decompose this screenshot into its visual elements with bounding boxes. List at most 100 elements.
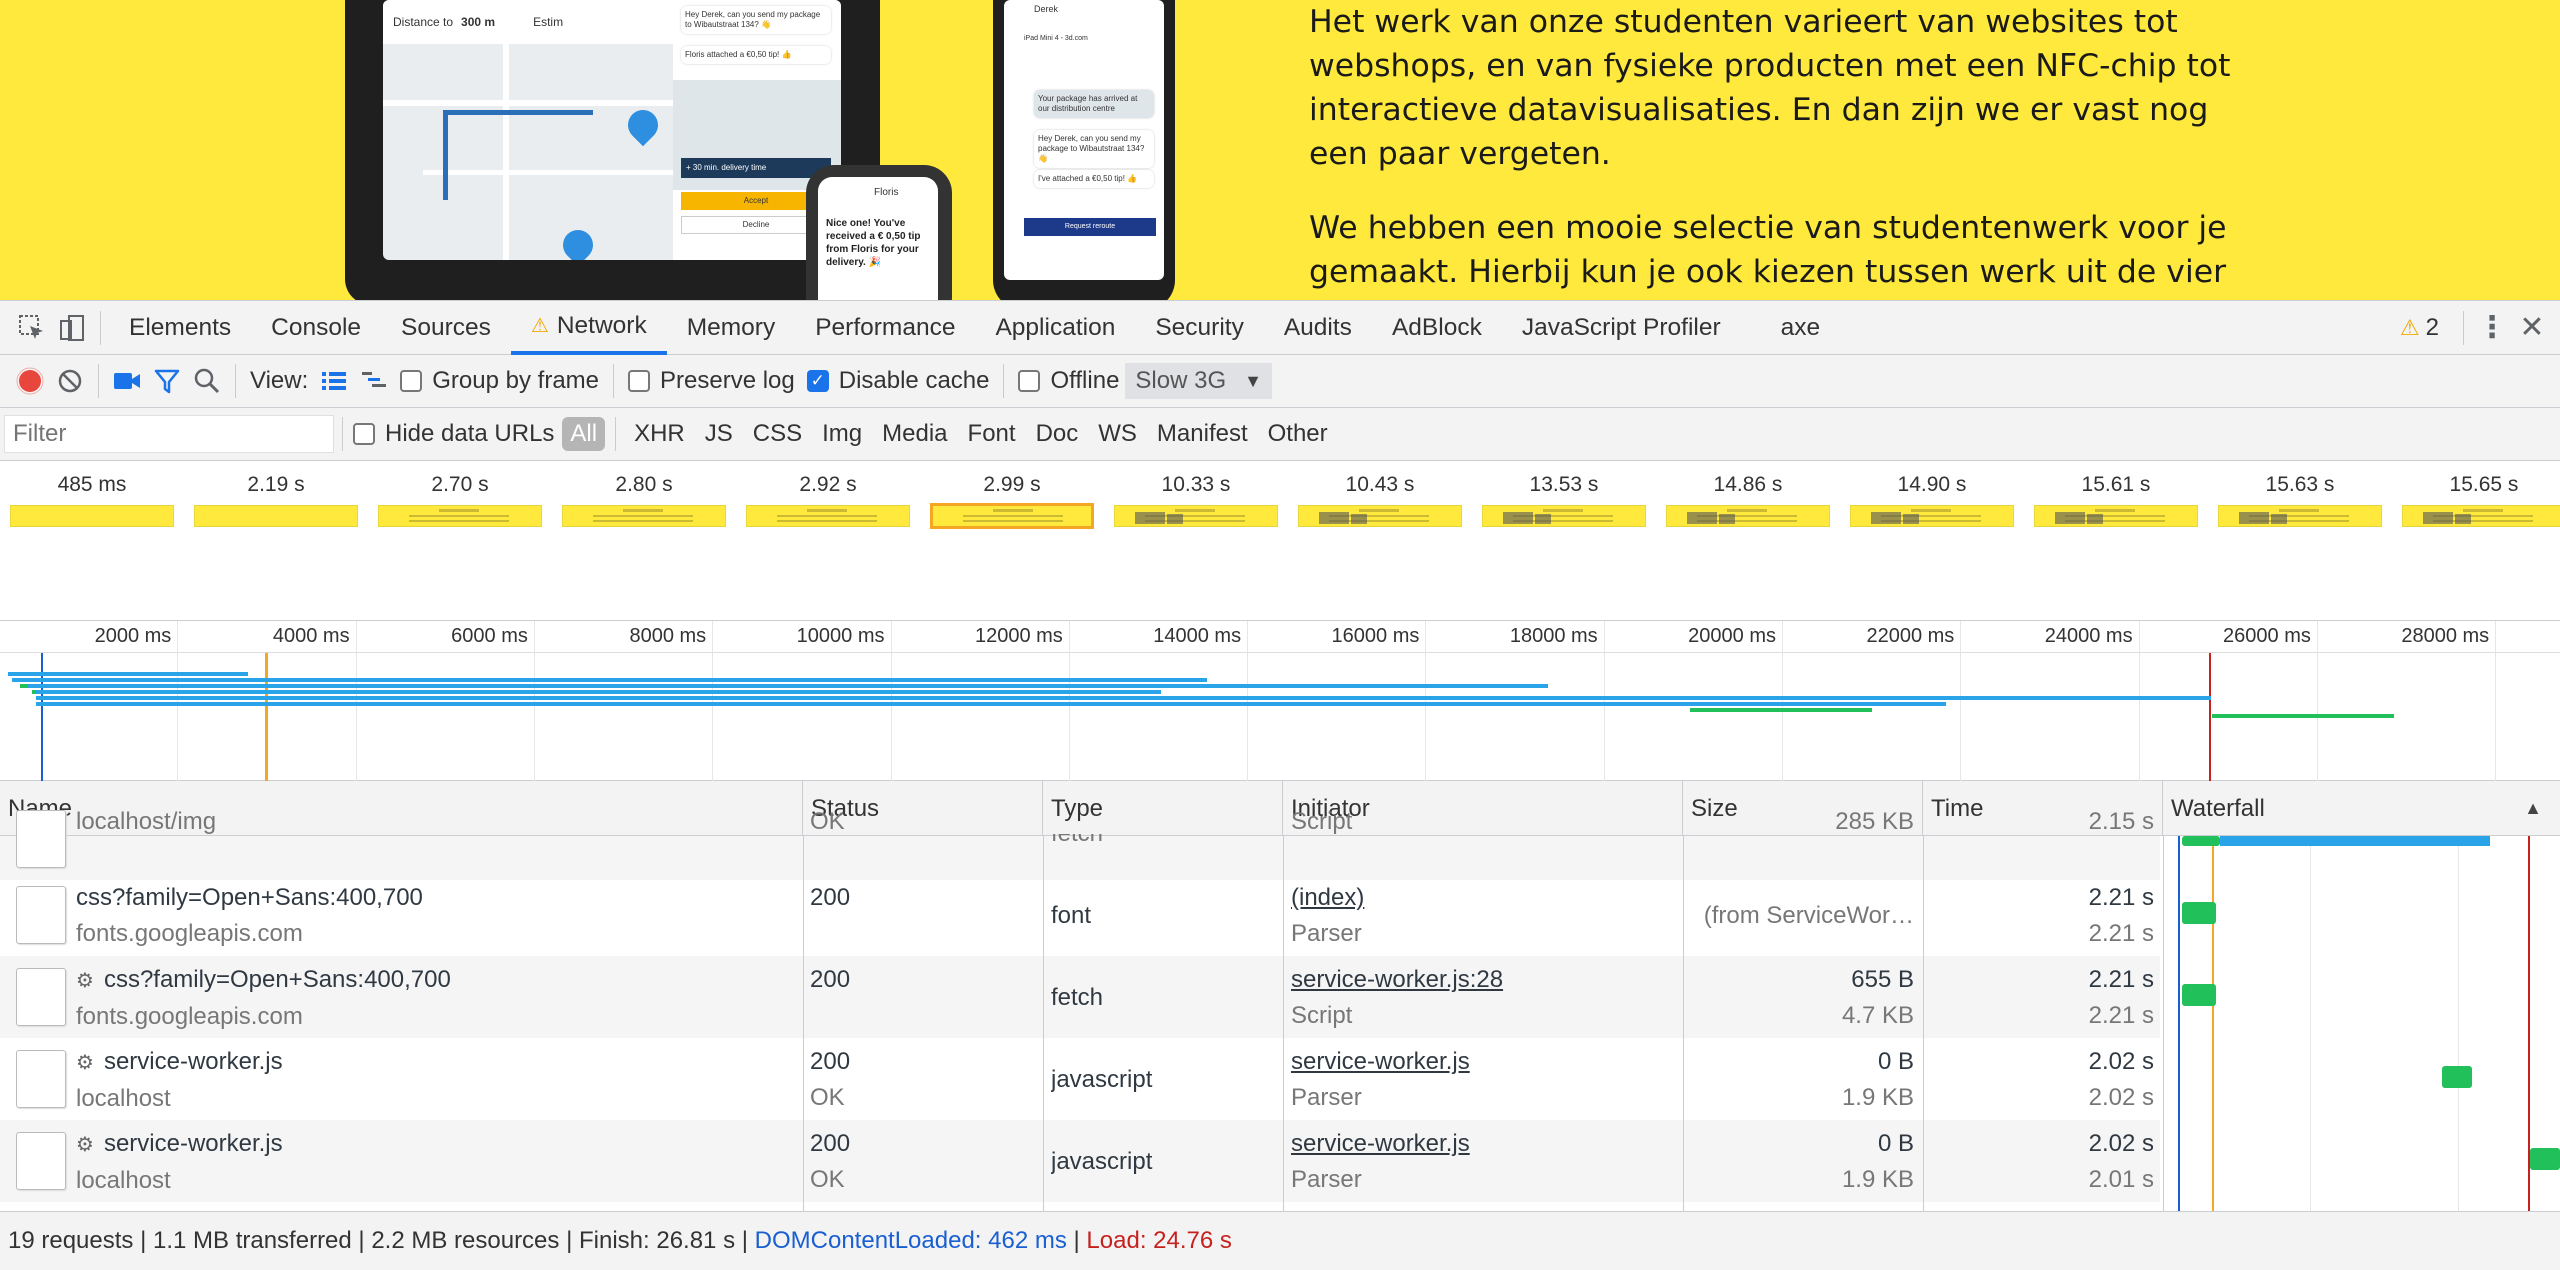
filter-type-xhr[interactable]: XHR bbox=[626, 417, 693, 451]
offline-label: Offline bbox=[1050, 367, 1120, 394]
screenshot-camera-icon[interactable] bbox=[107, 361, 147, 401]
frame-time: 13.53 s bbox=[1529, 473, 1599, 496]
offline-checkbox[interactable]: Offline bbox=[1018, 367, 1119, 395]
group-by-frame-checkbox[interactable]: Group by frame bbox=[400, 367, 599, 395]
request-latency: 2.21 s bbox=[2088, 920, 2154, 947]
tab-network[interactable]: ⚠ Network bbox=[510, 300, 667, 355]
tab-memory[interactable]: Memory bbox=[667, 300, 795, 355]
frame-thumbnail bbox=[1850, 505, 2014, 527]
tab-label: Performance bbox=[815, 313, 956, 341]
network-toolbar: View: Group by frame Preserve log ✓ Disa… bbox=[0, 355, 2560, 408]
table-row[interactable]: ⚙ css?family=Open+Sans:400,700 fonts.googl… bbox=[0, 956, 2160, 1038]
record-icon[interactable] bbox=[10, 361, 50, 401]
network-overview[interactable]: 2000 ms 4000 ms 6000 ms 8000 ms 10000 ms 1200… bbox=[0, 621, 2560, 781]
request-initiator-type: Parser bbox=[1291, 1084, 1362, 1111]
column-type[interactable]: Type bbox=[1043, 781, 1283, 836]
tab-sources[interactable]: Sources bbox=[381, 300, 511, 355]
tab-javascript-profiler[interactable]: JavaScript Profiler bbox=[1502, 300, 1741, 355]
filter-type-other[interactable]: Other bbox=[1260, 417, 1336, 451]
filmstrip-frame[interactable]: 15.65 s bbox=[2392, 461, 2560, 541]
tab-performance[interactable]: Performance bbox=[795, 300, 975, 355]
filter-type-manifest[interactable]: Manifest bbox=[1149, 417, 1256, 451]
waterfall-overview-icon[interactable] bbox=[354, 361, 394, 401]
large-rows-icon[interactable] bbox=[314, 361, 354, 401]
service-worker-gear-icon: ⚙ bbox=[76, 970, 94, 992]
checkbox-icon bbox=[400, 370, 423, 392]
filmstrip-frame[interactable]: 15.61 s bbox=[2024, 461, 2208, 541]
tab-security[interactable]: Security bbox=[1135, 300, 1264, 355]
waterfall-bar bbox=[2530, 1148, 2560, 1170]
search-icon[interactable] bbox=[187, 361, 227, 401]
waterfall-area bbox=[2164, 836, 2560, 1211]
dropdown-arrow-icon: ▼ bbox=[1244, 370, 1262, 391]
filmstrip-frame[interactable]: 10.33 s bbox=[1104, 461, 1288, 541]
request-initiator[interactable]: service-worker.js bbox=[1291, 1126, 1671, 1162]
filmstrip-frame[interactable]: 2.70 s bbox=[368, 461, 552, 541]
filmstrip-frame[interactable]: 10.43 s bbox=[1288, 461, 1472, 541]
filter-type-js[interactable]: JS bbox=[697, 417, 741, 451]
map-pin-icon bbox=[556, 223, 600, 260]
request-initiator[interactable]: service-worker.js:28 bbox=[1291, 962, 1671, 998]
throttling-select[interactable]: Slow 3G ▼ bbox=[1125, 363, 1272, 399]
filter-input[interactable] bbox=[4, 415, 334, 453]
close-icon[interactable]: ✕ bbox=[2512, 308, 2552, 348]
tab-label: Security bbox=[1155, 313, 1244, 341]
filter-type-css[interactable]: CSS bbox=[745, 417, 810, 451]
phone-chat-3: I've attached a €0,50 tip! 👍 bbox=[1034, 170, 1154, 188]
request-initiator[interactable]: service-worker.js bbox=[1291, 1044, 1671, 1080]
request-time: 2.21 s bbox=[2088, 966, 2154, 993]
filmstrip-frame[interactable]: 2.19 s bbox=[184, 461, 368, 541]
request-initiator[interactable]: (index) bbox=[1291, 880, 1671, 916]
request-latency: 2.02 s bbox=[2088, 1084, 2154, 1111]
filter-funnel-icon[interactable] bbox=[147, 361, 187, 401]
filter-type-img[interactable]: Img bbox=[814, 417, 870, 451]
column-waterfall[interactable]: Waterfall ▲ bbox=[2163, 781, 2560, 836]
frame-time: 15.61 s bbox=[2081, 473, 2151, 496]
filmstrip-frame[interactable]: 2.92 s bbox=[736, 461, 920, 541]
filmstrip-frame[interactable]: 14.86 s bbox=[1656, 461, 1840, 541]
filter-type-ws[interactable]: WS bbox=[1090, 417, 1145, 451]
clear-icon[interactable] bbox=[50, 361, 90, 401]
summary-resources: 2.2 MB resources bbox=[371, 1227, 560, 1254]
disable-cache-checkbox[interactable]: ✓ Disable cache bbox=[806, 367, 989, 395]
table-row[interactable]: ⚙ service-worker.js localhost 200 OK javascri… bbox=[0, 1038, 2160, 1120]
filter-type-all[interactable]: All bbox=[562, 417, 606, 451]
divider bbox=[98, 364, 99, 398]
warnings-indicator[interactable]: ⚠ 2 bbox=[2400, 314, 2439, 342]
page-preview: Distance to 300 m Estim Hey Derek, can y… bbox=[0, 0, 2560, 300]
tab-audits[interactable]: Audits bbox=[1264, 300, 1372, 355]
hide-data-urls-checkbox[interactable]: Hide data URLs bbox=[353, 420, 554, 448]
service-worker-gear-icon: ⚙ bbox=[76, 1134, 94, 1156]
inspect-element-icon[interactable] bbox=[12, 308, 52, 348]
filmstrip-frame[interactable]: 13.53 s bbox=[1472, 461, 1656, 541]
filmstrip-frame[interactable]: 2.80 s bbox=[552, 461, 736, 541]
view-label: View: bbox=[250, 367, 309, 394]
file-icon bbox=[16, 968, 66, 1026]
filmstrip-frame[interactable]: 485 ms bbox=[0, 461, 184, 541]
filter-type-doc[interactable]: Doc bbox=[1028, 417, 1087, 451]
filmstrip-frame[interactable]: 15.63 s bbox=[2208, 461, 2392, 541]
tab-label: AdBlock bbox=[1391, 313, 1482, 341]
filmstrip-frame[interactable]: 14.90 s bbox=[1840, 461, 2024, 541]
warning-icon: ⚠ bbox=[530, 315, 549, 337]
tab-elements[interactable]: Elements bbox=[109, 300, 251, 355]
tab-axe[interactable]: axe bbox=[1761, 300, 1841, 355]
more-options-icon[interactable]: ⋮ bbox=[2472, 308, 2512, 348]
filter-type-font[interactable]: Font bbox=[960, 417, 1024, 451]
preserve-log-checkbox[interactable]: Preserve log bbox=[628, 367, 795, 395]
request-domain: localhost/img bbox=[76, 808, 217, 835]
filmstrip-frame[interactable]: 2.99 s bbox=[920, 461, 1104, 541]
request-status: 200 bbox=[810, 1048, 851, 1075]
tab-application[interactable]: Application bbox=[975, 300, 1135, 355]
table-row[interactable]: css?family=Open+Sans:400,700 fonts.google… bbox=[0, 874, 2160, 956]
table-row[interactable]: ⚙ service-worker.js localhost 200 OK javascri… bbox=[0, 1120, 2160, 1202]
frame-time: 14.90 s bbox=[1897, 473, 1967, 496]
request-type: javascript bbox=[1051, 1148, 1153, 1175]
devtools-panel: Elements Console Sources ⚠ Network Memory Perf… bbox=[0, 300, 2560, 1270]
tab-adblock[interactable]: AdBlock bbox=[1372, 300, 1502, 355]
request-status: 200 bbox=[810, 1130, 851, 1157]
filter-type-media[interactable]: Media bbox=[874, 417, 955, 451]
devtools-tabbar: Elements Console Sources ⚠ Network Memory Perf… bbox=[0, 300, 2560, 355]
device-toolbar-icon[interactable] bbox=[52, 308, 92, 348]
tab-console[interactable]: Console bbox=[251, 300, 381, 355]
